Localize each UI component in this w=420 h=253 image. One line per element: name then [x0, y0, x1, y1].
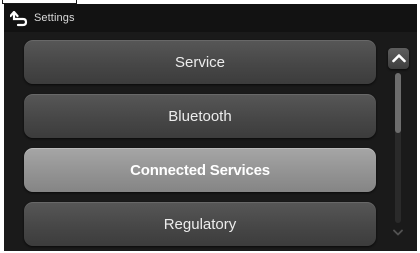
scroll-thumb[interactable] — [395, 73, 401, 133]
scroll-up-button[interactable] — [388, 48, 409, 69]
page-title: Settings — [34, 12, 75, 24]
back-arrow-icon[interactable] — [9, 10, 28, 27]
menu-item-label: Connected Services — [130, 161, 270, 179]
title-bar: Settings — [4, 4, 417, 32]
scroll-down-button[interactable] — [392, 226, 404, 238]
menu-item-label: Service — [174, 53, 226, 71]
menu-item-service[interactable]: Service — [24, 40, 376, 84]
chevron-down-icon — [393, 223, 403, 241]
menu-item-label: Regulatory — [163, 215, 237, 233]
scrollbar[interactable] — [387, 48, 411, 244]
menu-item-bluetooth[interactable]: Bluetooth — [24, 94, 376, 138]
chevron-up-icon — [391, 50, 406, 68]
settings-screen: Settings Service Bluetooth Connected Ser… — [4, 4, 417, 251]
scroll-track[interactable] — [395, 73, 401, 223]
menu-item-regulatory[interactable]: Regulatory — [24, 202, 376, 246]
menu-item-connected-services[interactable]: Connected Services — [24, 148, 376, 192]
settings-menu: Service Bluetooth Connected Services Reg… — [24, 40, 376, 251]
menu-item-label: Bluetooth — [168, 107, 232, 125]
